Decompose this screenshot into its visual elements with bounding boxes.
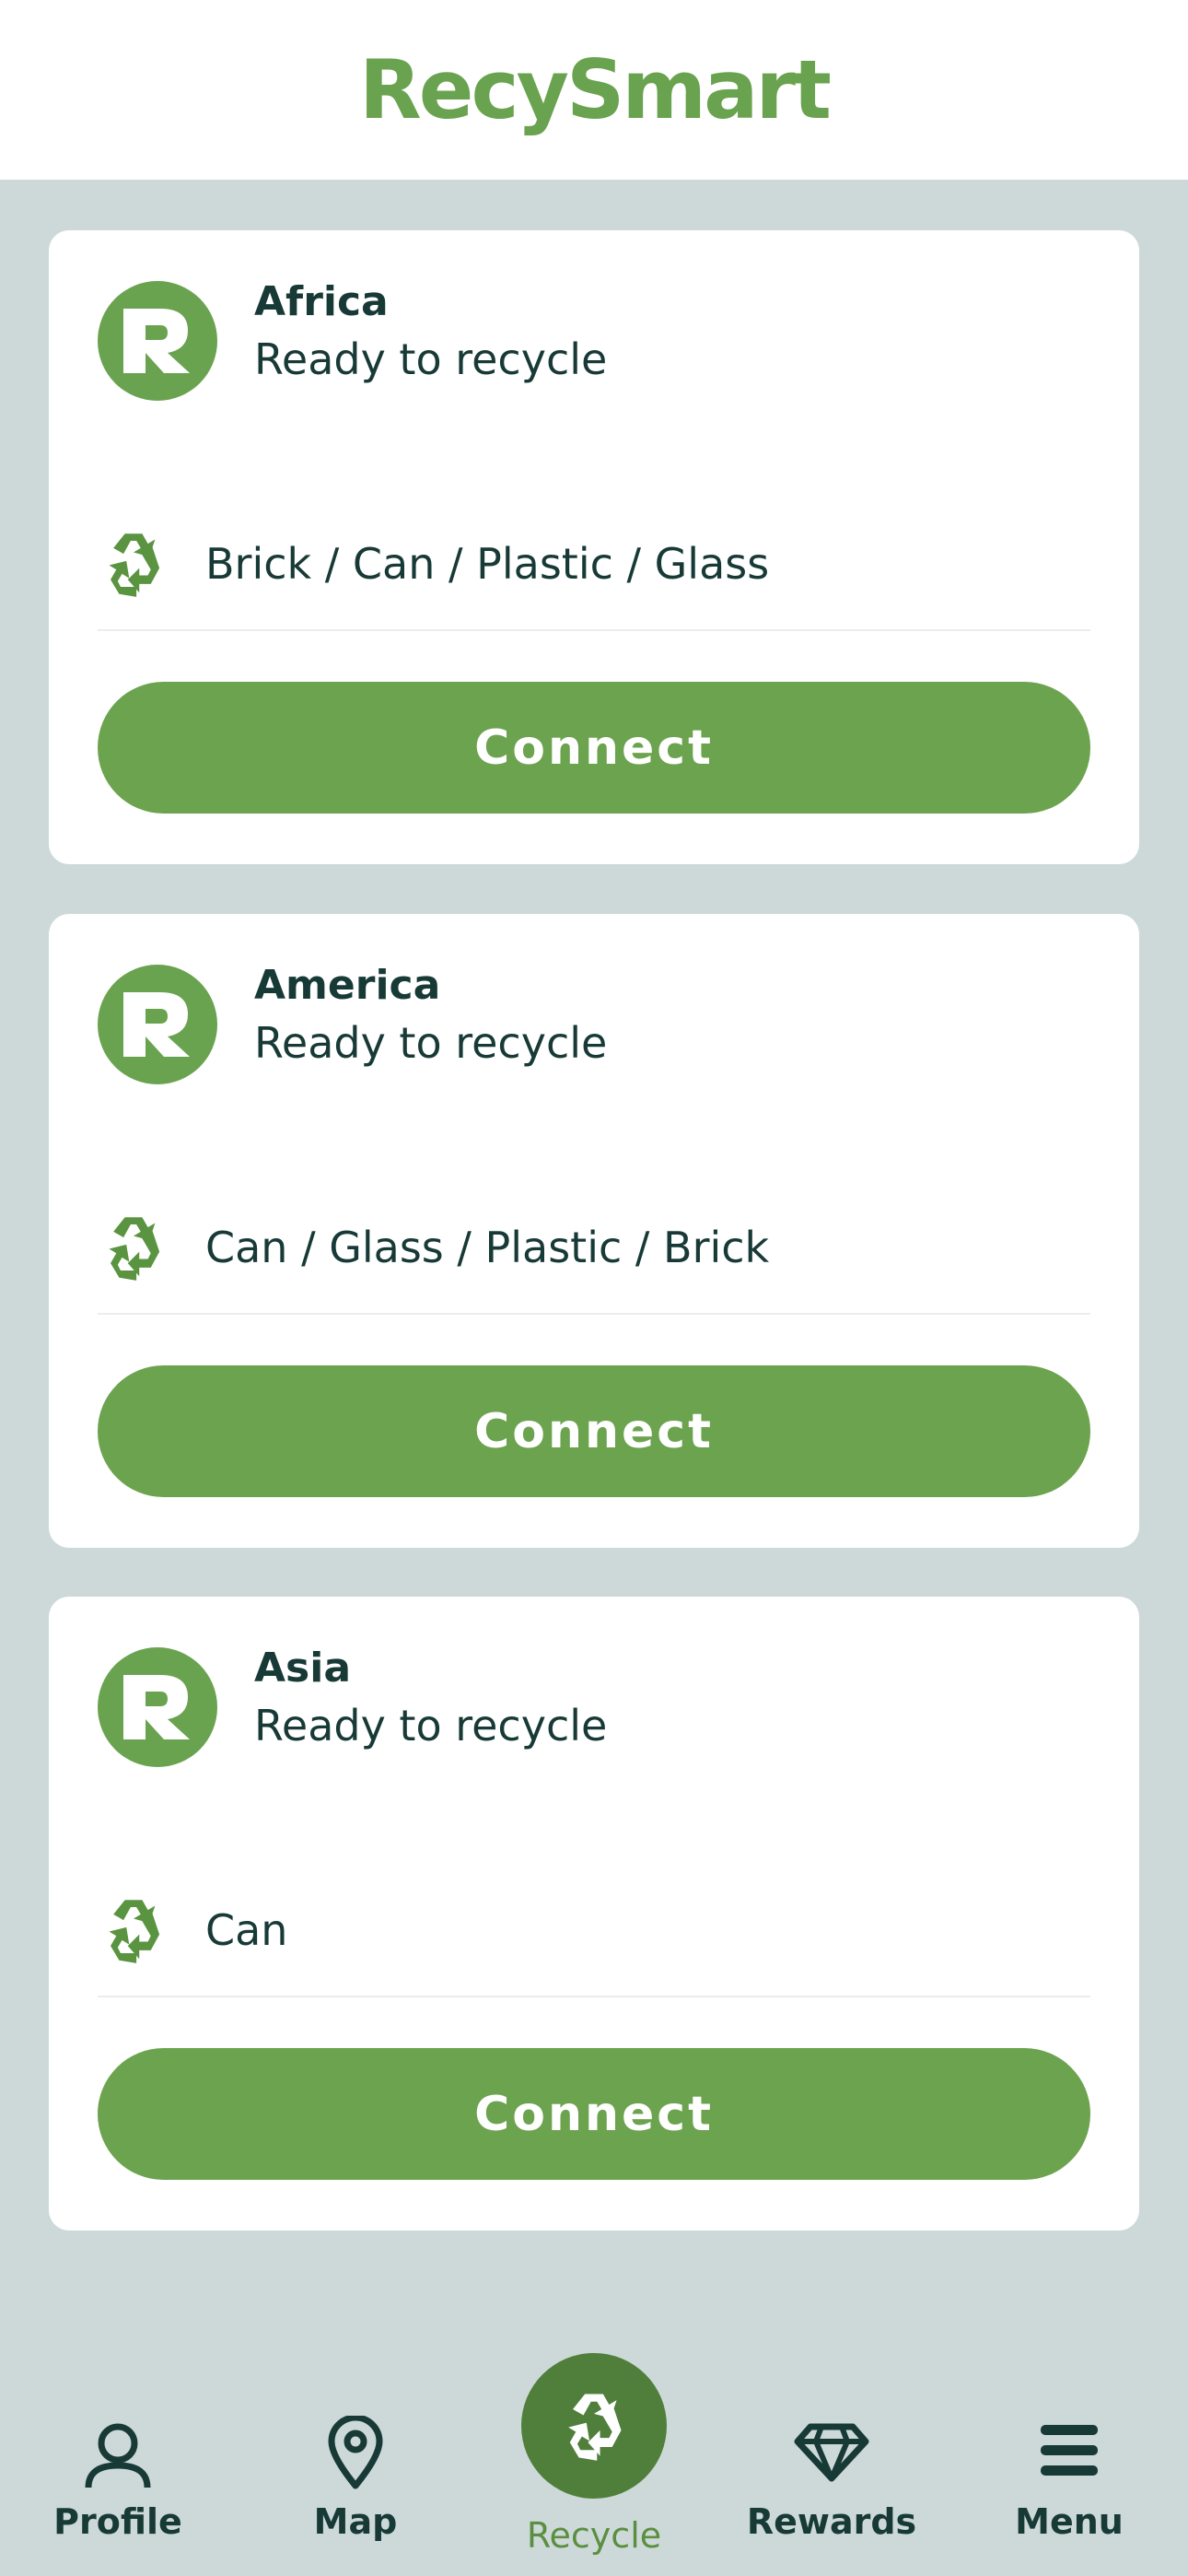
app-logo: RecySmart bbox=[359, 42, 832, 137]
connect-button[interactable]: Connect bbox=[98, 2048, 1090, 2180]
connect-button[interactable]: Connect bbox=[98, 1365, 1090, 1497]
divider bbox=[98, 1313, 1090, 1315]
diamond-icon bbox=[794, 2423, 869, 2482]
divider bbox=[98, 629, 1090, 631]
bottom-nav: Profile Map Recycle Rewards Menu bbox=[0, 2331, 1188, 2576]
nav-label: Menu bbox=[1015, 2501, 1124, 2542]
accepted-materials: Can bbox=[205, 1905, 288, 1955]
recycle-icon bbox=[568, 2394, 622, 2461]
machine-avatar bbox=[98, 965, 217, 1084]
machine-avatar bbox=[98, 281, 217, 401]
machine-card-asia: Asia Ready to recycle Can Connect bbox=[49, 1597, 1139, 2231]
nav-label: Rewards bbox=[746, 2501, 917, 2542]
nav-item-profile[interactable]: Profile bbox=[26, 2331, 210, 2576]
machine-name: Asia bbox=[254, 1645, 352, 1692]
machine-card-america: America Ready to recycle Can / Glass / P… bbox=[49, 914, 1139, 1548]
machine-status: Ready to recycle bbox=[254, 1018, 608, 1068]
recycle-icon bbox=[109, 533, 160, 597]
nav-item-map[interactable]: Map bbox=[263, 2331, 448, 2576]
brand-r-icon bbox=[123, 1675, 190, 1739]
machine-name: America bbox=[254, 962, 441, 1009]
accepted-materials: Can / Glass / Plastic / Brick bbox=[205, 1223, 770, 1272]
machine-card-africa: Africa Ready to recycle Brick / Can / Pl… bbox=[49, 230, 1139, 864]
map-pin-icon bbox=[328, 2416, 383, 2489]
nav-item-menu[interactable]: Menu bbox=[977, 2331, 1161, 2576]
brand-r-icon bbox=[123, 992, 190, 1057]
machine-status: Ready to recycle bbox=[254, 334, 608, 384]
app-header: RecySmart bbox=[0, 0, 1188, 180]
nav-label: Profile bbox=[53, 2501, 182, 2542]
user-icon bbox=[85, 2423, 151, 2488]
nav-label: Map bbox=[313, 2501, 398, 2542]
nav-item-rewards[interactable]: Rewards bbox=[740, 2331, 924, 2576]
divider bbox=[98, 1996, 1090, 1997]
menu-icon bbox=[1041, 2425, 1098, 2476]
machine-name: Africa bbox=[254, 278, 389, 325]
brand-r-icon bbox=[123, 309, 190, 373]
machine-avatar bbox=[98, 1647, 217, 1767]
nav-label-recycle: Recycle bbox=[526, 2515, 662, 2556]
machine-status: Ready to recycle bbox=[254, 1701, 608, 1751]
recycle-icon bbox=[109, 1900, 160, 1963]
nav-item-recycle[interactable] bbox=[521, 2353, 667, 2499]
recycle-icon bbox=[109, 1217, 160, 1281]
connect-button[interactable]: Connect bbox=[98, 682, 1090, 814]
accepted-materials: Brick / Can / Plastic / Glass bbox=[205, 539, 770, 589]
